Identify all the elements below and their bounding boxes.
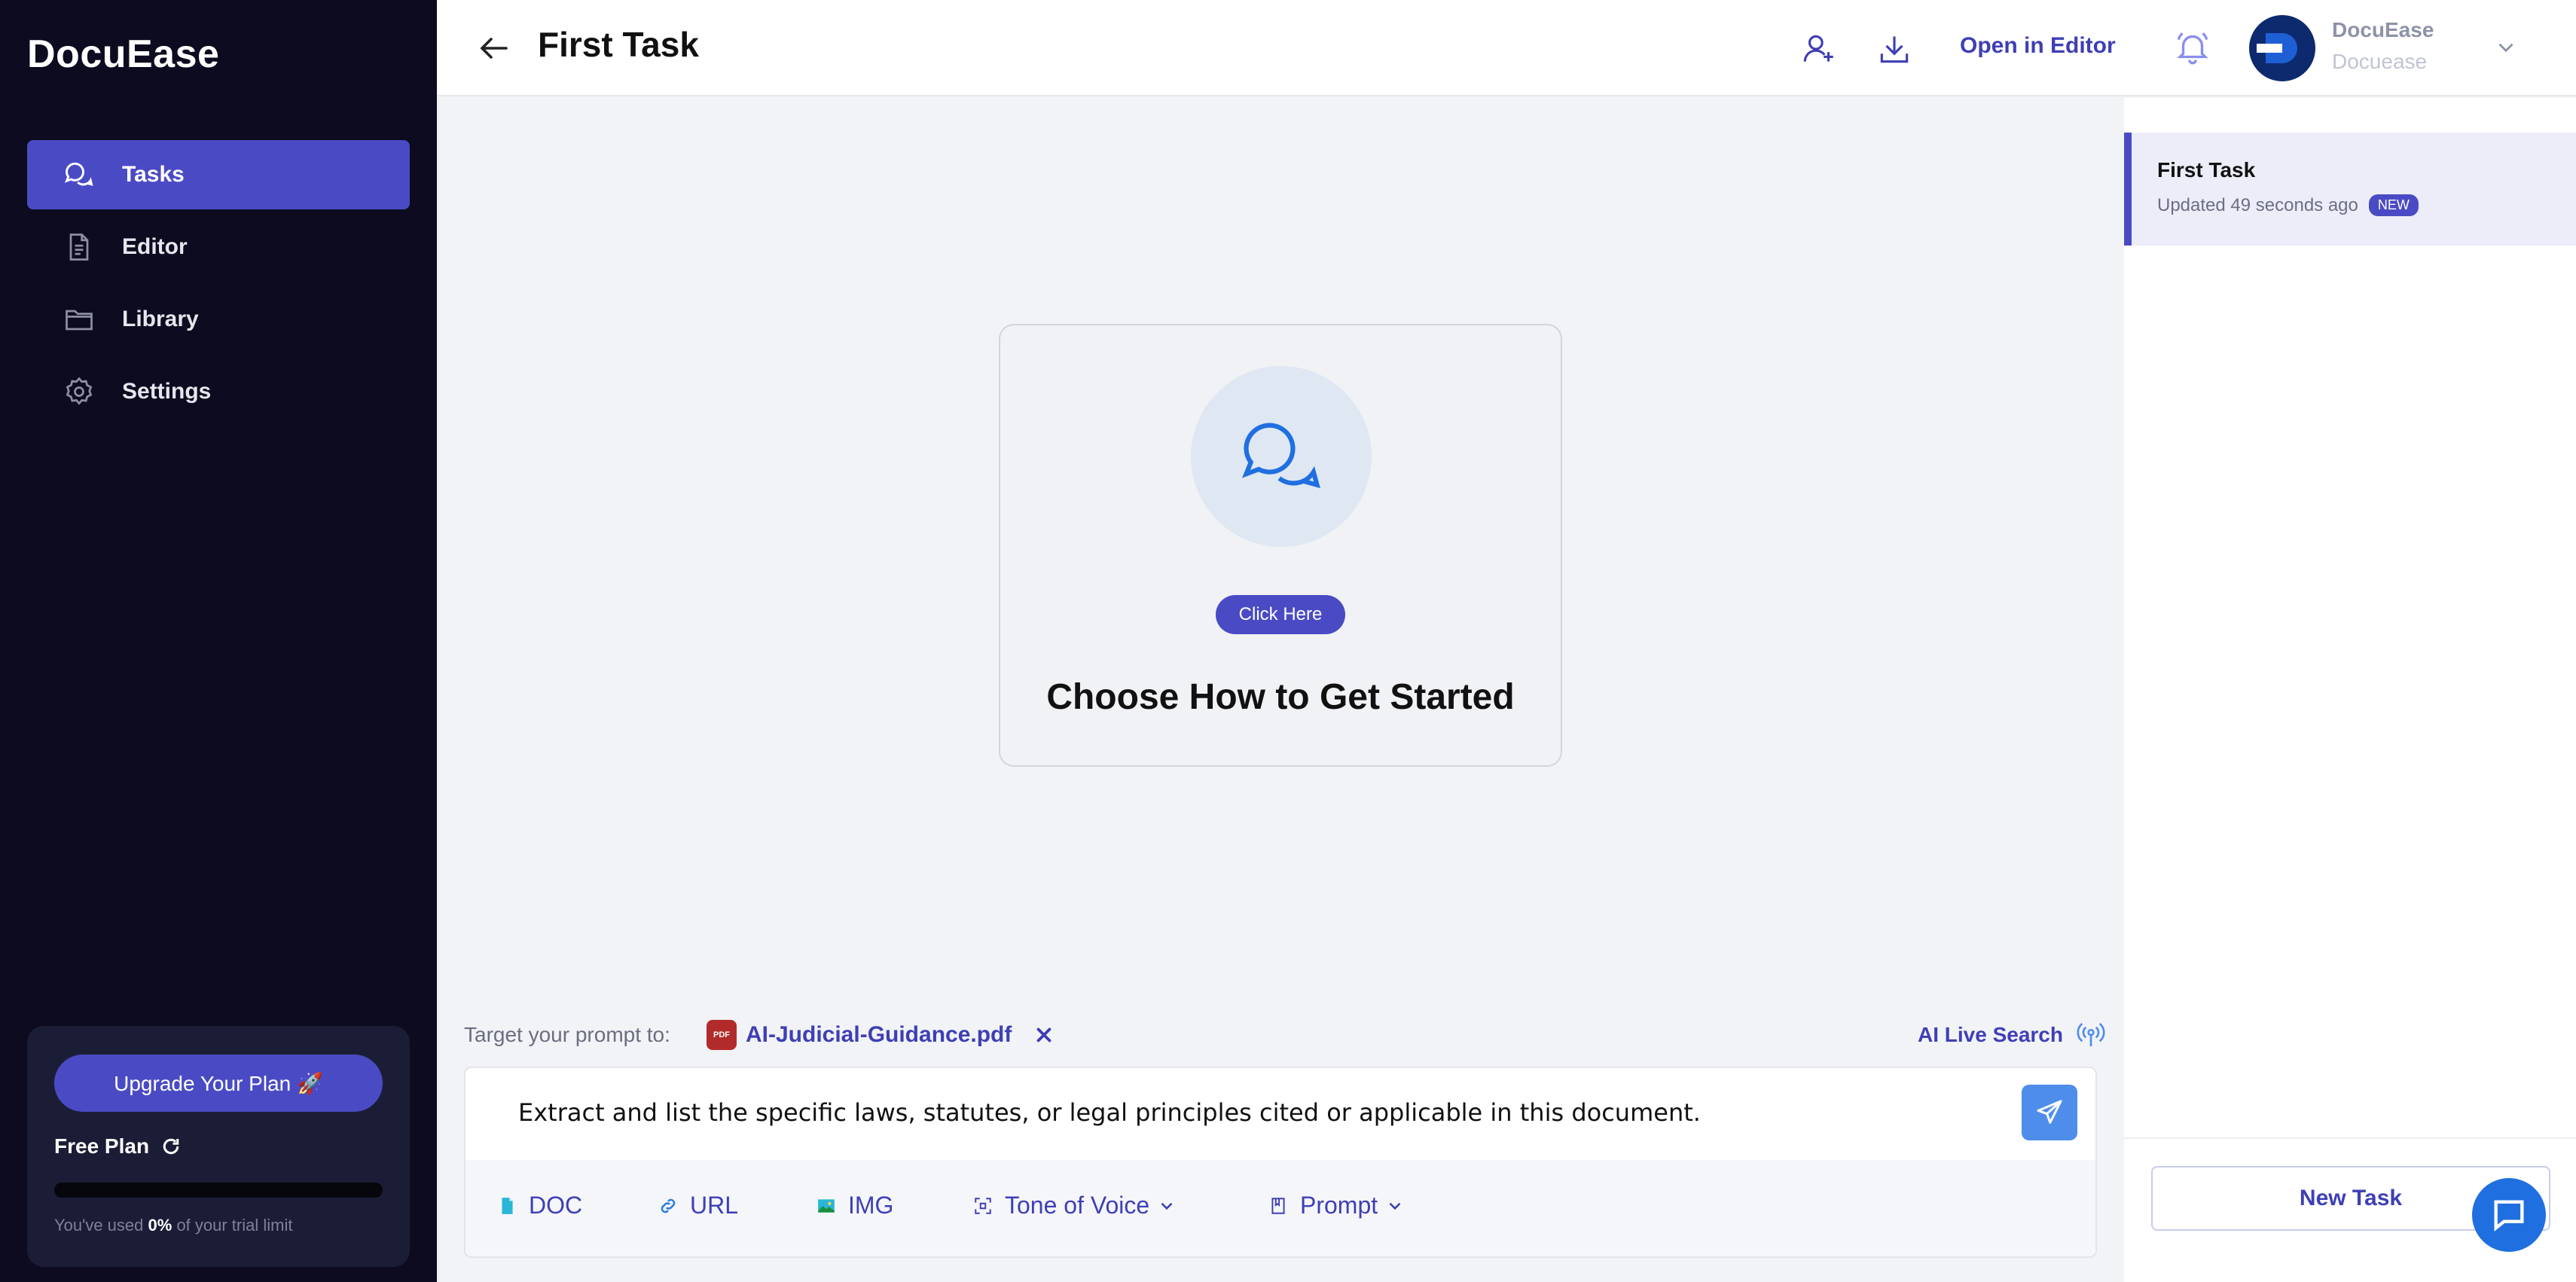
- sidebar-item-settings[interactable]: Settings: [27, 357, 410, 426]
- plan-card: Upgrade Your Plan 🚀 Free Plan You've use…: [27, 1026, 410, 1267]
- sidebar-item-library[interactable]: Library: [27, 285, 410, 354]
- sidebar-item-label: Library: [122, 307, 199, 331]
- task-title: First Task: [2157, 158, 2256, 182]
- chevron-down-icon: [1389, 1202, 1401, 1210]
- avatar[interactable]: [2248, 14, 2317, 83]
- chevron-down-icon[interactable]: [2493, 35, 2519, 60]
- broadcast-icon[interactable]: [2076, 1020, 2106, 1050]
- doc-icon: [496, 1195, 518, 1217]
- get-started-card[interactable]: Click Here Choose How to Get Started: [999, 324, 1562, 767]
- plan-name-label: Free Plan: [54, 1134, 150, 1158]
- close-icon[interactable]: [1033, 1024, 1055, 1046]
- user-name[interactable]: DocuEase: [2332, 18, 2434, 42]
- add-user-icon[interactable]: [1800, 30, 1838, 68]
- usage-text: You've used 0% of your trial limit: [54, 1216, 292, 1235]
- task-list-item[interactable]: First Task Updated 49 seconds ago NEW: [2124, 133, 2576, 246]
- sidebar-item-editor[interactable]: Editor: [27, 212, 410, 282]
- tone-icon: [972, 1195, 994, 1217]
- task-meta: Updated 49 seconds ago NEW: [2157, 194, 2419, 216]
- tone-of-voice-dropdown[interactable]: Tone of Voice: [972, 1192, 1177, 1219]
- gear-icon: [62, 374, 96, 409]
- plan-name: Free Plan: [54, 1134, 182, 1158]
- page-title: First Task: [538, 25, 699, 64]
- doc-button[interactable]: DOC: [496, 1192, 582, 1219]
- composer-toolbar: DOC URL IMG Tone of Voice Prompt: [465, 1160, 2095, 1256]
- usage-value: 0%: [148, 1216, 172, 1235]
- file-name[interactable]: AI-Judicial-Guidance.pdf: [746, 1022, 1012, 1048]
- pdf-file-icon: PDF: [707, 1020, 737, 1050]
- document-icon: [62, 230, 96, 264]
- sidebar-item-tasks[interactable]: Tasks: [27, 140, 410, 209]
- prompt-label: Prompt: [1300, 1192, 1378, 1219]
- prompt-book-icon: [1267, 1195, 1290, 1217]
- link-icon: [657, 1195, 679, 1217]
- task-history-panel: First Task Updated 49 seconds ago NEW Ne…: [2124, 98, 2576, 1282]
- prompt-input[interactable]: [518, 1098, 1949, 1127]
- url-label: URL: [690, 1192, 739, 1219]
- usage-suffix: of your trial limit: [176, 1216, 293, 1235]
- usage-progress-bar: [54, 1183, 383, 1198]
- user-subtitle: Docuease: [2332, 50, 2428, 73]
- chat-support-button[interactable]: [2472, 1178, 2546, 1252]
- chat-bubbles-icon: [1242, 423, 1320, 489]
- target-prompt-label: Target your prompt to:: [464, 1023, 670, 1046]
- prompt-dropdown[interactable]: Prompt: [1267, 1192, 1405, 1219]
- folder-icon: [62, 302, 96, 337]
- sidebar-item-label: Tasks: [122, 162, 185, 187]
- refresh-icon[interactable]: [160, 1135, 182, 1158]
- chat-bubbles-icon: [62, 157, 96, 192]
- prompt-composer: DOC URL IMG Tone of Voice Prompt: [464, 1067, 2097, 1258]
- divider: [2124, 1137, 2576, 1139]
- sidebar-nav: Tasks Editor Library Settings: [27, 140, 410, 429]
- start-illustration: [1191, 366, 1372, 547]
- click-here-button[interactable]: Click Here: [1216, 595, 1345, 634]
- download-icon[interactable]: [1876, 30, 1913, 68]
- sidebar-item-label: Editor: [122, 234, 188, 259]
- chevron-down-icon: [1161, 1202, 1173, 1210]
- img-label: IMG: [848, 1192, 894, 1219]
- sidebar-item-label: Settings: [122, 379, 212, 404]
- start-card-title: Choose How to Get Started: [1046, 677, 1515, 717]
- top-header: First Task Open in Editor DocuEase Docue…: [437, 0, 2576, 96]
- open-in-editor-link[interactable]: Open in Editor: [1960, 33, 2116, 59]
- upgrade-plan-button[interactable]: Upgrade Your Plan 🚀: [54, 1055, 383, 1112]
- send-button[interactable]: [2022, 1085, 2077, 1140]
- chat-icon: [2494, 1200, 2524, 1232]
- send-icon: [2037, 1100, 2062, 1124]
- sidebar: DocuEase Tasks Editor Library Settings U…: [0, 0, 437, 1282]
- bell-icon[interactable]: [2174, 29, 2211, 66]
- usage-prefix: You've used: [54, 1216, 144, 1235]
- url-button[interactable]: URL: [657, 1192, 738, 1219]
- task-updated: Updated 49 seconds ago: [2157, 194, 2358, 215]
- file-chip: PDF AI-Judicial-Guidance.pdf: [707, 1020, 1055, 1050]
- ai-live-search-toggle[interactable]: AI Live Search: [1918, 1023, 2063, 1047]
- img-button[interactable]: IMG: [815, 1192, 893, 1219]
- docuease-logo-icon: [2249, 15, 2315, 81]
- app-logo[interactable]: DocuEase: [27, 32, 219, 77]
- back-arrow-icon[interactable]: [476, 30, 512, 66]
- image-icon: [815, 1195, 838, 1217]
- tone-label: Tone of Voice: [1005, 1192, 1150, 1219]
- new-badge: NEW: [2368, 194, 2419, 216]
- doc-label: DOC: [529, 1192, 583, 1219]
